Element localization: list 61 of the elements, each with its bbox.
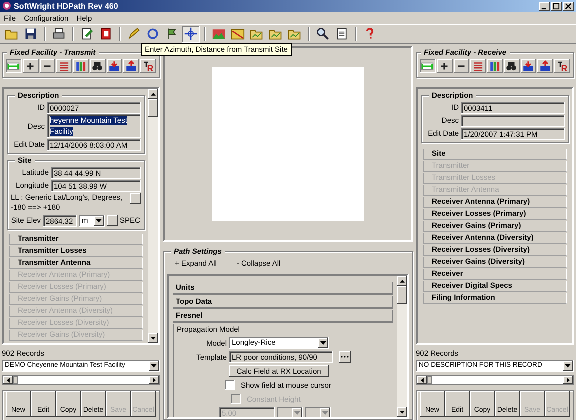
checkbox[interactable]: [225, 380, 235, 390]
up-arrow-icon: [150, 92, 156, 96]
format-button[interactable]: [130, 193, 141, 204]
unit-dropdown[interactable]: [277, 407, 303, 417]
landscape-icon: [212, 27, 226, 41]
printer-icon: [52, 27, 66, 41]
bar-stack-icon: [74, 60, 88, 72]
right-arrow-icon: [566, 378, 570, 382]
caret-icon: [322, 411, 328, 415]
caret-icon: [294, 411, 300, 415]
horizontal-scrollbar[interactable]: [2, 375, 160, 385]
bar-stack-icon: [488, 60, 502, 72]
caret-icon: [320, 341, 326, 345]
maximize-icon: [553, 2, 560, 10]
tower-up-icon: [124, 60, 138, 72]
binoculars-icon: [91, 60, 104, 72]
document-edit-icon: [80, 27, 94, 41]
tower-up-icon: [538, 60, 552, 72]
crosshair-icon: [184, 27, 198, 41]
caret-icon: [96, 218, 102, 222]
page-icon: [335, 27, 349, 41]
tr-icon: [142, 60, 155, 72]
browse-button[interactable]: [339, 351, 351, 363]
down-arrow-icon: [150, 336, 156, 340]
search-icon: [316, 27, 330, 41]
right-arrow-icon: [152, 378, 156, 382]
down-arrow-icon: [400, 410, 404, 414]
vertical-scrollbar[interactable]: [397, 276, 407, 417]
caret-icon: [565, 364, 571, 368]
flag-icon: [165, 27, 179, 41]
pencil-icon: [127, 27, 141, 41]
left-arrow-icon: [6, 378, 10, 382]
scroll-thumb[interactable]: [427, 376, 432, 384]
scroll-thumb[interactable]: [13, 376, 18, 384]
tr-icon: [556, 60, 569, 72]
open-folder-icon: [5, 27, 19, 41]
horizontal-scrollbar[interactable]: [416, 375, 574, 385]
vertical-scrollbar[interactable]: [148, 89, 158, 343]
folder-icon: [250, 27, 264, 41]
list-icon: [472, 60, 485, 72]
maximize-button[interactable]: [551, 2, 562, 10]
door-icon: [99, 27, 113, 41]
left-arrow-icon: [420, 378, 424, 382]
folder-icon: [269, 27, 283, 41]
folder-icon: [288, 27, 302, 41]
minimize-button[interactable]: [539, 2, 550, 10]
window-title: SoftWright HDPath Rev 460: [14, 2, 118, 10]
toolbar-button[interactable]: [182, 26, 200, 42]
spec-button[interactable]: [107, 215, 118, 226]
close-icon: [565, 2, 572, 10]
app-icon: [2, 1, 12, 11]
profile-chart-icon: [231, 27, 245, 41]
list-icon: [58, 60, 71, 72]
up-arrow-icon: [400, 280, 404, 282]
binoculars-icon: [505, 60, 518, 72]
reference-dropdown[interactable]: [305, 407, 331, 417]
close-button[interactable]: [563, 2, 574, 10]
tower-down-icon: [522, 60, 536, 72]
caret-icon: [151, 364, 157, 368]
description-field[interactable]: [461, 114, 565, 126]
tower-down-icon: [108, 60, 122, 72]
